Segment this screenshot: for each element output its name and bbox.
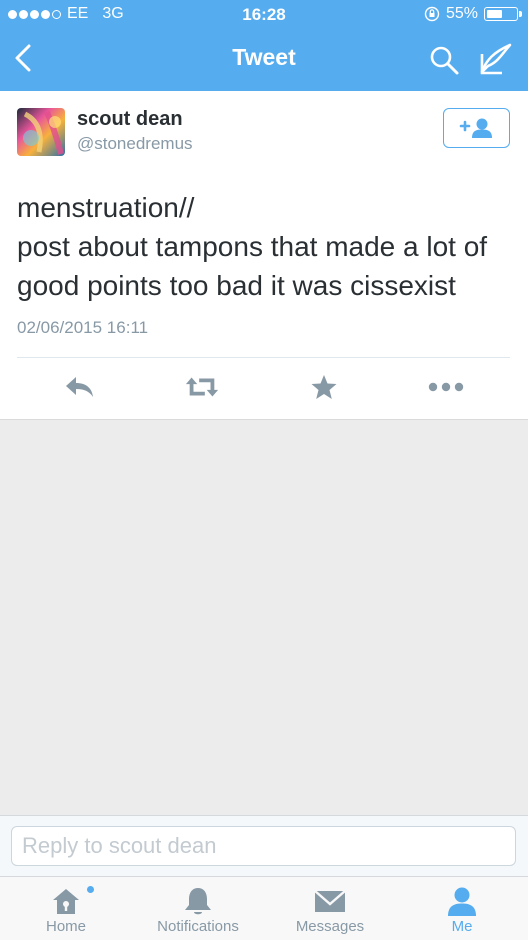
author-handle[interactable]: @stonedremus xyxy=(77,134,193,154)
home-icon xyxy=(53,889,79,914)
retweet-button[interactable] xyxy=(184,371,220,403)
tweet-text: menstruation// post about tampons that m… xyxy=(17,188,517,305)
reply-icon xyxy=(66,377,93,397)
favorite-button[interactable] xyxy=(306,371,342,403)
nav-bar: Tweet xyxy=(0,30,528,91)
retweet-icon xyxy=(185,377,219,397)
tab-label: Me xyxy=(451,918,473,935)
more-button[interactable] xyxy=(428,371,464,403)
battery-fill xyxy=(487,10,502,18)
avatar-image xyxy=(17,108,65,156)
tab-home[interactable]: Home xyxy=(16,877,116,940)
more-icon xyxy=(428,382,464,392)
bell-icon xyxy=(185,888,211,915)
battery-percent: 55% xyxy=(445,5,478,22)
divider xyxy=(17,357,510,358)
reply-button[interactable] xyxy=(62,371,98,403)
tab-bar: Home Notifications Messages Me xyxy=(0,876,528,940)
compose-icon[interactable] xyxy=(478,42,514,76)
tab-label: Home xyxy=(45,918,86,935)
tab-messages[interactable]: Messages xyxy=(280,877,380,940)
tweet-text-line: good points too bad it was cissexist xyxy=(17,270,456,301)
envelope-icon xyxy=(314,890,346,912)
tweet-text-line: post about tampons that made a lot of xyxy=(17,231,488,262)
tweet-timestamp: 02/06/2015 16:11 xyxy=(17,318,149,337)
author-name[interactable]: scout dean xyxy=(77,108,183,131)
search-icon[interactable] xyxy=(428,44,460,76)
avatar[interactable] xyxy=(17,108,65,156)
orientation-lock-icon xyxy=(424,6,440,22)
reply-input[interactable] xyxy=(11,826,516,866)
tab-label: Notifications xyxy=(157,918,239,935)
tweet-detail: scout dean @stonedremus menstruation// p… xyxy=(0,91,528,420)
tab-notifications[interactable]: Notifications xyxy=(138,877,258,940)
tweet-text-line: menstruation// xyxy=(17,192,195,223)
person-icon xyxy=(448,887,476,916)
follow-button[interactable] xyxy=(443,108,510,148)
home-notification-dot xyxy=(87,886,94,893)
top-bar: EE 3G 16:28 55% Tweet xyxy=(0,0,528,91)
favorite-icon xyxy=(311,375,337,399)
battery-icon xyxy=(484,7,522,21)
tab-me[interactable]: Me xyxy=(412,877,512,940)
add-user-icon xyxy=(459,118,492,138)
reply-bar xyxy=(0,815,528,877)
status-right: 55% xyxy=(424,5,522,23)
status-bar: EE 3G 16:28 55% xyxy=(0,0,528,30)
tab-label: Messages xyxy=(295,918,365,935)
